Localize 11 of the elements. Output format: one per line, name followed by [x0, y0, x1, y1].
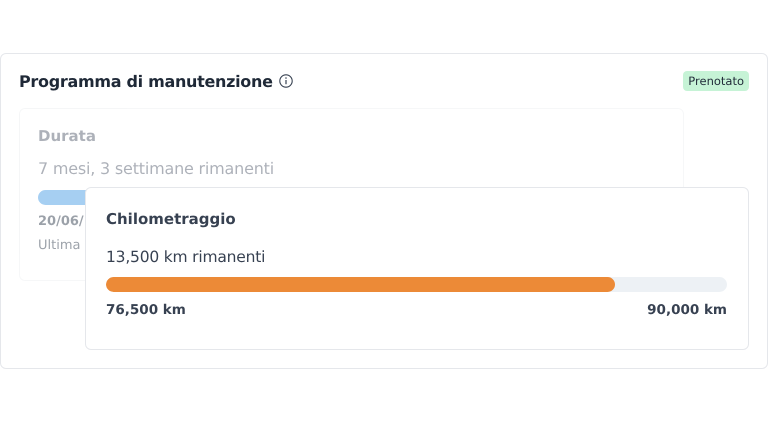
remaining-text: 7 mesi, 3 settimane rimanenti — [38, 159, 274, 178]
date-text: 20/06/ — [38, 214, 84, 229]
remaining-text: 13,500 km rimanenti — [106, 248, 266, 266]
card-title: Chilometraggio — [106, 210, 236, 228]
info-icon[interactable] — [278, 74, 293, 88]
section-title: Programma di manutenzione — [19, 72, 273, 90]
note-text: Ultima — [38, 238, 80, 253]
current-mileage: 76,500 km — [106, 302, 186, 318]
status-badge: Prenotato — [683, 71, 749, 91]
mileage-limit: 90,000 km — [647, 302, 727, 318]
card-title: Durata — [38, 127, 96, 145]
